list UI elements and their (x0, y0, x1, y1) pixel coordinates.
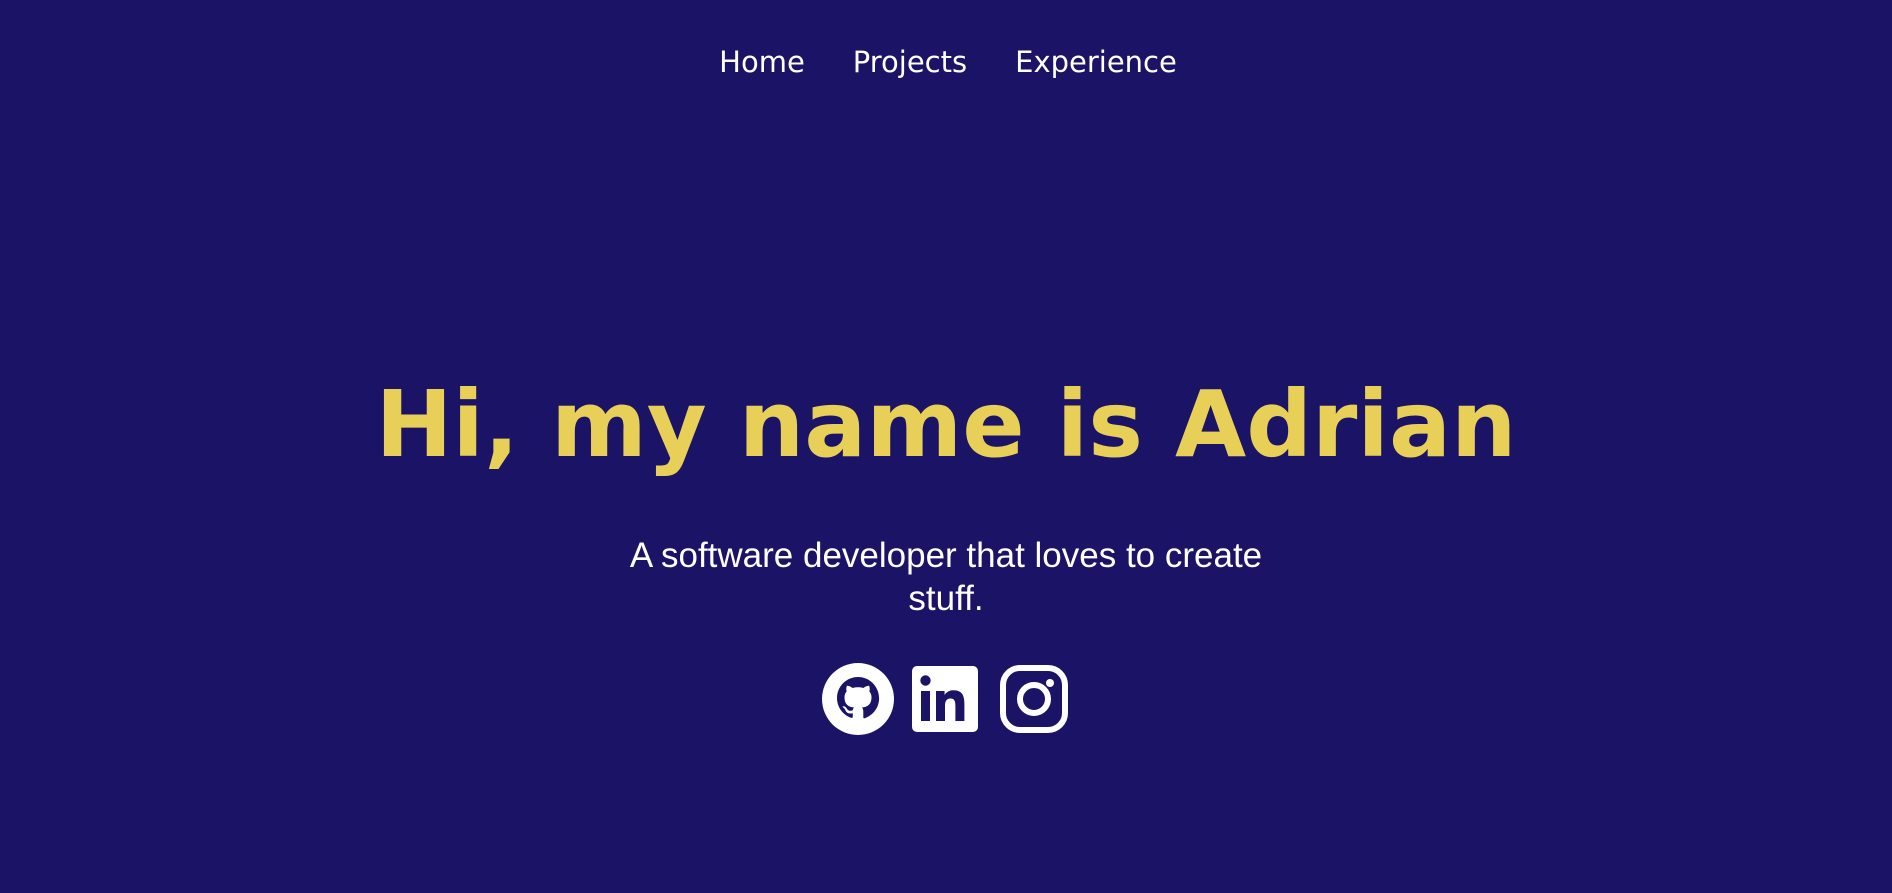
nav-home-link[interactable]: Home (719, 42, 805, 82)
linkedin-link[interactable] (910, 663, 982, 735)
hero-subtitle: A software developer that loves to creat… (629, 536, 1263, 618)
nav-projects-link[interactable]: Projects (853, 42, 967, 82)
hero-title: Hi, my name is Adrian (375, 371, 1517, 478)
nav-experience-link[interactable]: Experience (1015, 42, 1177, 82)
main-nav: Home Projects Experience (0, 42, 1892, 82)
linkedin-icon (912, 666, 978, 732)
instagram-link[interactable] (998, 663, 1070, 735)
social-links (0, 663, 1892, 735)
instagram-icon (1000, 665, 1068, 733)
github-icon (822, 663, 894, 735)
github-link[interactable] (822, 663, 894, 735)
